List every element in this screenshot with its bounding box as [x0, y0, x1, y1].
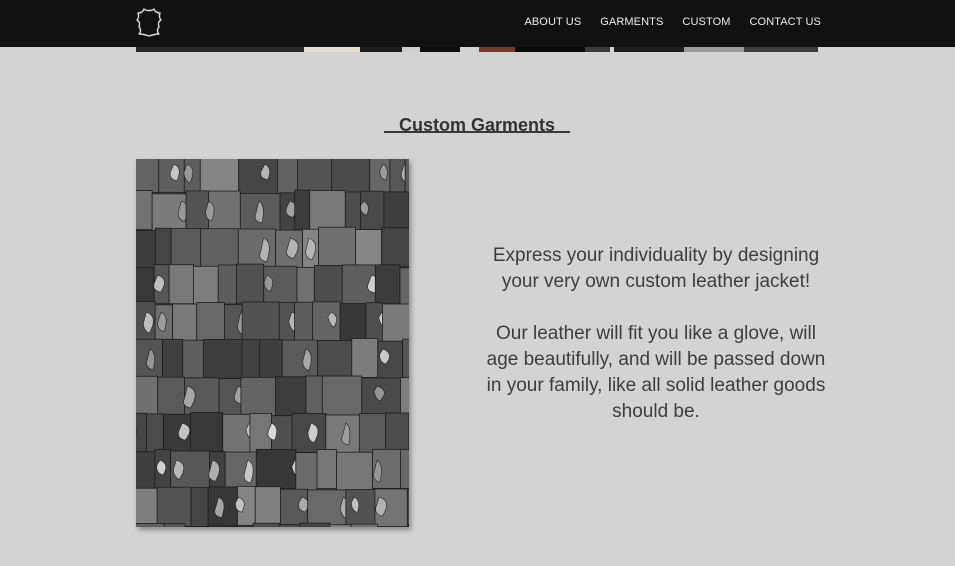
gallery-strip-edge — [136, 47, 818, 52]
nav-contact-us[interactable]: CONTACT US — [750, 16, 822, 28]
main-nav: ABOUT US GARMENTS CUSTOM CONTACT US — [505, 0, 821, 43]
top-navbar: ABOUT US GARMENTS CUSTOM CONTACT US — [0, 0, 955, 47]
custom-description: Express your individuality by designing … — [480, 243, 832, 425]
quality-paragraph: Our leather will fit you like a glove, w… — [486, 323, 826, 422]
leather-hide-icon[interactable] — [135, 7, 163, 37]
leather-patchwork-image — [136, 159, 409, 527]
title-underline — [384, 131, 570, 133]
nav-garments[interactable]: GARMENTS — [600, 16, 663, 28]
nav-about-us[interactable]: ABOUT US — [524, 16, 581, 28]
nav-custom[interactable]: CUSTOM — [682, 16, 730, 28]
intro-paragraph: Express your individuality by designing … — [492, 245, 820, 292]
